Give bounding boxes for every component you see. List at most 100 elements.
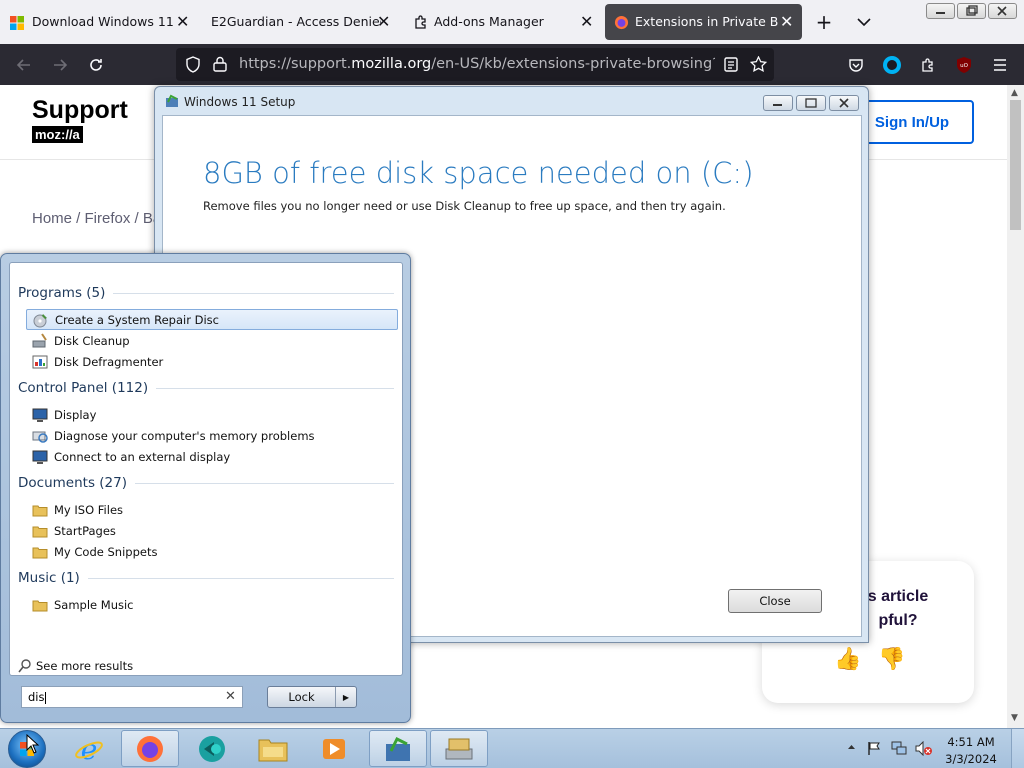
pocket-icon[interactable] bbox=[843, 52, 869, 78]
result-item[interactable]: Disk Cleanup bbox=[26, 330, 398, 351]
lock-icon[interactable] bbox=[213, 56, 227, 72]
dialog-title: Windows 11 Setup bbox=[184, 95, 296, 109]
result-item[interactable]: Disk Defragmenter bbox=[26, 351, 398, 372]
result-item-label: Sample Music bbox=[54, 597, 134, 612]
action-center-flag-icon[interactable] bbox=[867, 741, 881, 756]
firefox-icon bbox=[135, 734, 165, 764]
network-icon[interactable] bbox=[891, 741, 907, 756]
search-icon bbox=[18, 659, 31, 673]
tab-download-windows-11[interactable]: Download Windows 11 ✕ bbox=[0, 4, 196, 40]
close-tab-icon[interactable]: ✕ bbox=[780, 12, 793, 31]
results-category-control-panel[interactable]: Control Panel (112) bbox=[18, 380, 394, 396]
see-more-results-link[interactable]: See more results bbox=[18, 659, 133, 673]
dialog-minimize-button[interactable] bbox=[763, 95, 793, 111]
taskbar-media-player[interactable] bbox=[305, 730, 363, 767]
dialog-maximize-button[interactable] bbox=[796, 95, 826, 111]
thumbs-up-icon[interactable]: 👍 bbox=[834, 647, 861, 672]
breadcrumb[interactable]: Home / Firefox / Ba bbox=[32, 210, 161, 227]
monitor-icon bbox=[32, 407, 48, 423]
result-item[interactable]: Display bbox=[26, 404, 398, 425]
scroll-up-icon[interactable]: ▲ bbox=[1011, 88, 1018, 98]
tab-addons-manager[interactable]: Add-ons Manager ✕ bbox=[404, 4, 600, 40]
tab-e2guardian[interactable]: E2Guardian - Access Denied ✕ bbox=[200, 4, 400, 40]
account-avatar-icon[interactable] bbox=[879, 52, 905, 78]
extensions-icon[interactable] bbox=[915, 52, 941, 78]
back-arrow-icon[interactable] bbox=[11, 52, 37, 78]
taskbar-media-app[interactable] bbox=[183, 730, 241, 767]
tab-label: Extensions in Private Brows bbox=[635, 14, 779, 29]
result-item-label: Connect to an external display bbox=[54, 449, 231, 464]
results-category-music[interactable]: Music (1) bbox=[18, 570, 394, 586]
scrollbar-thumb[interactable] bbox=[1010, 100, 1021, 230]
page-scrollbar[interactable]: ▲ ▼ bbox=[1007, 85, 1024, 728]
search-input-value: dis bbox=[28, 690, 45, 704]
category-label: Documents (27) bbox=[18, 475, 127, 491]
close-tab-icon[interactable]: ✕ bbox=[377, 12, 390, 31]
dialog-close-button[interactable] bbox=[829, 95, 859, 111]
taskbar-windows-setup[interactable] bbox=[369, 730, 427, 767]
reader-view-icon[interactable] bbox=[724, 57, 738, 72]
result-item[interactable]: Diagnose your computer's memory problems bbox=[26, 425, 398, 446]
taskbar-internet-explorer[interactable]: e bbox=[60, 730, 118, 767]
shutdown-options-arrow-icon[interactable]: ▶ bbox=[336, 687, 356, 707]
clock-date[interactable]: 3/3/2024 bbox=[945, 752, 997, 766]
url-bar[interactable]: https://support.mozilla.org/en-US/kb/ext… bbox=[176, 48, 774, 81]
result-item[interactable]: Create a System Repair Disc bbox=[26, 309, 398, 330]
results-category-documents[interactable]: Documents (27) bbox=[18, 475, 394, 491]
close-button[interactable]: Close bbox=[728, 589, 822, 613]
show-desktop-button[interactable] bbox=[1011, 729, 1024, 768]
taskbar-file-explorer[interactable] bbox=[244, 730, 302, 767]
forward-arrow-icon[interactable] bbox=[47, 52, 73, 78]
file-explorer-icon bbox=[257, 735, 289, 763]
close-window-button[interactable] bbox=[988, 3, 1017, 19]
browser-navigation-bar: https://support.mozilla.org/en-US/kb/ext… bbox=[0, 44, 1024, 85]
close-tab-icon[interactable]: ✕ bbox=[176, 12, 189, 31]
dialog-message: Remove files you no longer need or use D… bbox=[203, 199, 726, 213]
lock-button[interactable]: Lock bbox=[268, 687, 336, 707]
result-item[interactable]: StartPages bbox=[26, 520, 398, 541]
hamburger-menu-icon[interactable] bbox=[987, 52, 1013, 78]
url-text[interactable]: https://support.mozilla.org/en-US/kb/ext… bbox=[239, 56, 715, 72]
scroll-down-icon[interactable]: ▼ bbox=[1011, 713, 1018, 723]
ublock-origin-icon[interactable]: uO bbox=[951, 52, 977, 78]
taskbar: e 4:51 AM 3/3/2024 bbox=[0, 728, 1024, 768]
category-label: Control Panel (112) bbox=[18, 380, 149, 396]
new-tab-button[interactable]: + bbox=[812, 10, 836, 34]
clear-search-icon[interactable]: ✕ bbox=[225, 689, 236, 704]
taskbar-installer[interactable] bbox=[430, 730, 488, 767]
support-logo-text[interactable]: Support bbox=[32, 96, 128, 125]
url-suffix: /en-US/kb/extensions-private-browsing?as… bbox=[431, 56, 715, 72]
bookmark-star-icon[interactable] bbox=[750, 56, 767, 72]
result-item[interactable]: My Code Snippets bbox=[26, 541, 398, 562]
monitor-icon bbox=[32, 449, 48, 465]
volume-muted-icon[interactable] bbox=[915, 741, 933, 756]
text-caret bbox=[44, 691, 46, 704]
mozilla-logo[interactable]: moz://a bbox=[32, 126, 83, 143]
taskbar-firefox[interactable] bbox=[121, 730, 179, 767]
reload-icon[interactable] bbox=[83, 52, 109, 78]
svg-text:uO: uO bbox=[960, 63, 968, 69]
repair-disc-icon bbox=[33, 312, 49, 328]
minimize-window-button[interactable] bbox=[926, 3, 955, 19]
result-item-label: Disk Cleanup bbox=[54, 333, 130, 348]
thumbs-down-icon[interactable]: 👎 bbox=[878, 647, 905, 672]
results-category-programs[interactable]: Programs (5) bbox=[18, 285, 394, 301]
tab-extensions-private-browsing[interactable]: Extensions in Private Brows ✕ bbox=[605, 4, 802, 40]
folder-icon bbox=[32, 597, 48, 613]
result-item[interactable]: Sample Music bbox=[26, 594, 398, 615]
result-item-label: Disk Defragmenter bbox=[54, 354, 164, 369]
start-search-input[interactable]: dis bbox=[21, 686, 243, 708]
list-all-tabs-button[interactable] bbox=[852, 10, 876, 34]
shield-icon[interactable] bbox=[185, 56, 201, 73]
clock-time[interactable]: 4:51 AM bbox=[945, 735, 997, 749]
installer-icon bbox=[443, 735, 475, 763]
media-player-icon bbox=[319, 734, 349, 764]
result-item[interactable]: Connect to an external display bbox=[26, 446, 398, 467]
show-hidden-icons-arrow-icon[interactable] bbox=[847, 744, 856, 750]
restore-window-button[interactable] bbox=[957, 3, 986, 19]
url-domain: mozilla.org bbox=[351, 56, 432, 72]
defragmenter-icon bbox=[32, 354, 48, 370]
close-tab-icon[interactable]: ✕ bbox=[580, 12, 593, 31]
lock-button-group: Lock ▶ bbox=[267, 686, 357, 708]
result-item[interactable]: My ISO Files bbox=[26, 499, 398, 520]
